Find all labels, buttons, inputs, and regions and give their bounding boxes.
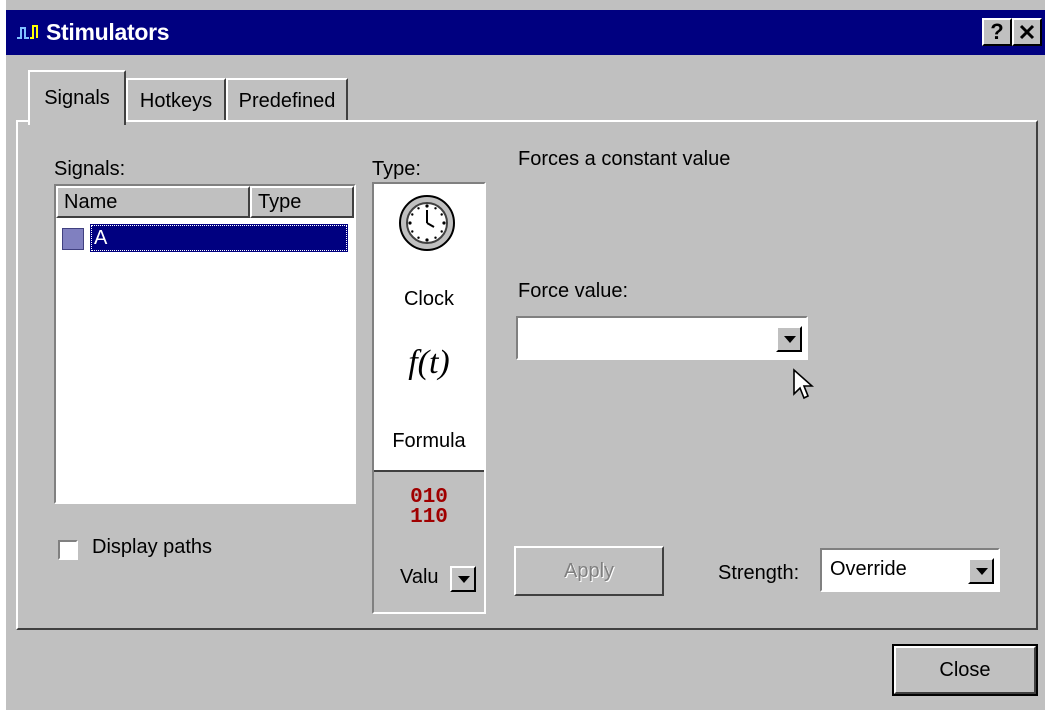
display-paths-checkbox[interactable] — [58, 540, 78, 560]
signal-icon — [62, 228, 84, 250]
tab-signals[interactable]: Signals — [28, 70, 126, 125]
close-window-button[interactable] — [1012, 18, 1042, 46]
column-header-name[interactable]: Name — [56, 186, 250, 218]
stimulators-dialog: Stimulators ? Signals Hotkeys Predefined… — [6, 0, 1045, 710]
column-header-type[interactable]: Type — [250, 186, 354, 218]
type-option-formula-label: Formula — [392, 430, 466, 452]
help-button[interactable]: ? — [982, 18, 1012, 46]
type-option-formula[interactable]: f(t) Formula — [374, 324, 484, 470]
binary-value-top: 010 — [410, 486, 448, 509]
type-selector[interactable]: Clock f(t) Formula 010 110 Valu — [372, 182, 486, 614]
tab-hotkeys[interactable]: Hotkeys — [126, 78, 226, 123]
mouse-cursor-icon — [793, 368, 814, 400]
type-option-value[interactable]: 010 110 Valu — [374, 470, 484, 612]
close-button[interactable]: Close — [892, 644, 1038, 696]
waveform-icon — [17, 25, 38, 39]
type-description: Forces a constant value — [518, 148, 731, 170]
apply-button[interactable]: Apply — [514, 546, 664, 596]
type-option-clock[interactable]: Clock — [374, 184, 484, 324]
strength-dropdown-button[interactable] — [968, 558, 994, 584]
chevron-down-icon[interactable] — [450, 566, 476, 592]
display-paths-label: Display paths — [92, 536, 213, 558]
tab-predefined[interactable]: Predefined — [226, 78, 348, 123]
force-value-dropdown-button[interactable] — [776, 326, 802, 352]
binary-value-icon: 010 110 — [374, 486, 484, 529]
force-value-label: Force value: — [518, 280, 629, 302]
window-title: Stimulators — [46, 19, 170, 45]
formula-icon: f(t) — [408, 344, 450, 381]
list-item[interactable]: A — [90, 224, 348, 252]
strength-combobox[interactable]: Override — [820, 548, 1000, 592]
signals-label: Signals: — [54, 158, 126, 180]
type-option-value-label: Valu — [400, 566, 439, 588]
signals-tab-panel: Signals: Name Type A Display paths Type: — [16, 120, 1038, 630]
type-option-clock-label: Clock — [403, 288, 454, 310]
strength-value: Override — [830, 558, 907, 580]
force-value-combobox[interactable] — [516, 316, 808, 360]
type-label: Type: — [372, 158, 421, 180]
title-bar[interactable]: Stimulators ? — [6, 10, 1045, 55]
binary-value-bottom: 110 — [410, 506, 448, 529]
strength-label: Strength: — [718, 562, 800, 584]
signals-list[interactable]: Name Type A — [54, 184, 356, 504]
clock-icon — [399, 195, 455, 251]
close-icon — [1019, 24, 1035, 40]
